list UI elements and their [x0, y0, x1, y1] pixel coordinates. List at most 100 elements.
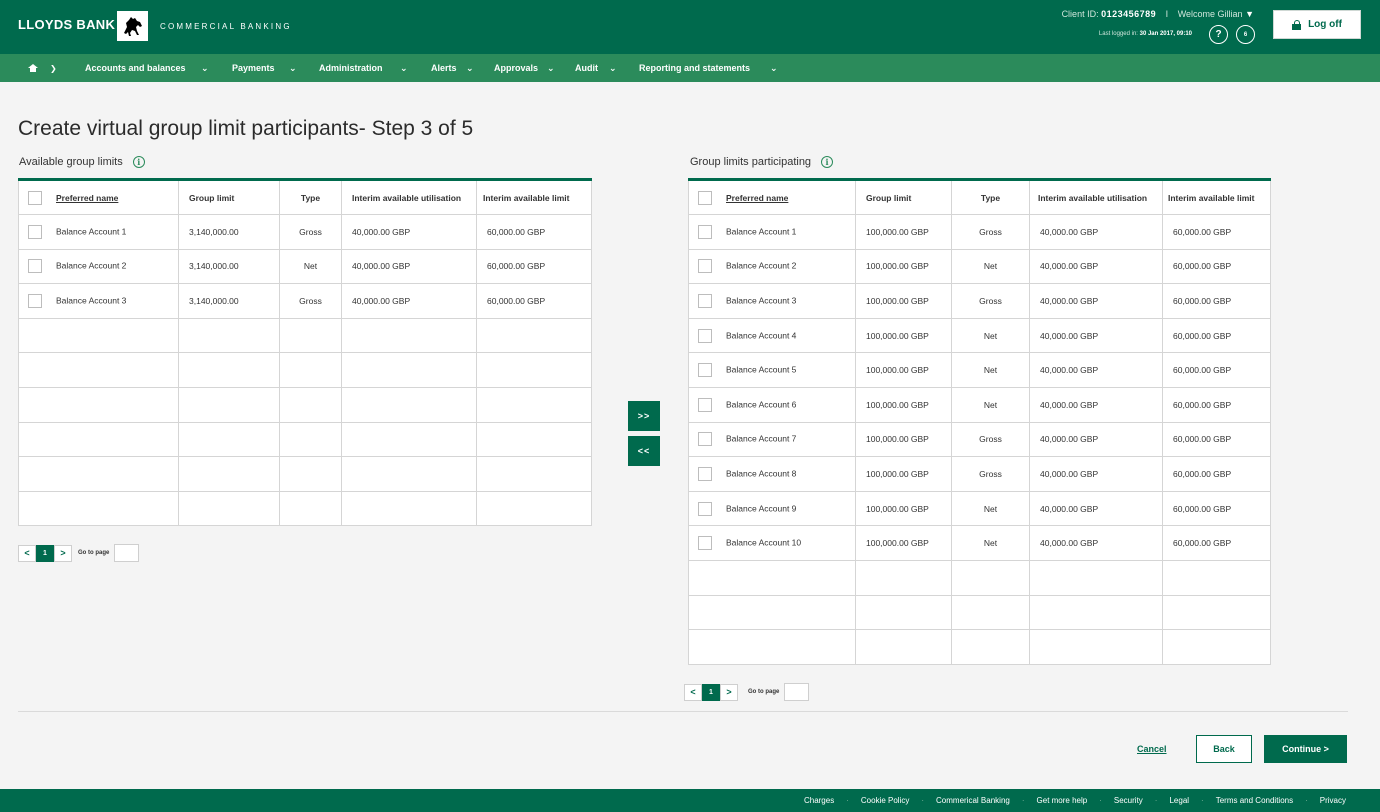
goto-page-label: Go to page [78, 550, 110, 556]
col-preferred-name[interactable]: Preferred name [688, 179, 856, 215]
messages-icon[interactable]: 6 [1236, 25, 1255, 44]
nav-administration[interactable]: Administration [319, 54, 383, 82]
chevron-down-icon[interactable]: ▼ [1245, 9, 1254, 19]
table-row[interactable]: Balance Account 2 100,000.00 GBP Net 40,000… [688, 248, 1271, 285]
table-row[interactable]: Balance Account 3 3,140,000.00 Gross 40,000… [18, 283, 592, 319]
group-limits-participating-heading: Group limits participating i [690, 156, 834, 168]
table-row[interactable]: Balance Account 6 100,000.00 GBP Net 40,000… [688, 386, 1271, 423]
chevron-down-icon[interactable]: ⌄ [466, 54, 474, 82]
page-1-button[interactable]: 1 [36, 544, 54, 562]
add-participants-button[interactable]: >> [628, 401, 660, 431]
cell-group-limit: 100,000.00 GBP [855, 525, 952, 561]
table-row[interactable]: Balance Account 1 100,000.00 GBP Gross 40,0… [688, 214, 1271, 250]
nav-payments[interactable]: Payments [232, 54, 275, 82]
table-header-row: Preferred name Group limit Type Interim … [18, 179, 592, 215]
goto-page-input[interactable] [784, 683, 810, 701]
row-checkbox[interactable] [698, 501, 712, 516]
left-pagination: < 1 > Go to page [18, 544, 140, 562]
cell-interim-limit [476, 317, 592, 354]
row-checkbox[interactable] [698, 363, 712, 378]
chevron-down-icon[interactable]: ⌄ [400, 54, 408, 82]
welcome-user-menu[interactable]: Welcome Gillian [1178, 9, 1243, 19]
info-icon[interactable]: i [132, 156, 145, 168]
chevron-down-icon[interactable]: ⌄ [547, 54, 555, 82]
cell-preferred-name-text: Balance Account 1 [56, 226, 127, 237]
cancel-link[interactable]: Cancel [1137, 744, 1167, 754]
nav-audit[interactable]: Audit [575, 54, 598, 82]
footer-link[interactable]: Terms and Conditions [1216, 796, 1293, 805]
row-checkbox[interactable] [698, 259, 712, 274]
chevron-down-icon[interactable]: ⌄ [289, 54, 297, 82]
select-all-checkbox[interactable] [28, 190, 42, 205]
last-logged-label: Last logged in: [1098, 31, 1138, 37]
table-row[interactable]: Balance Account 10 100,000.00 GBP Net 40,00… [688, 525, 1271, 561]
chevron-down-icon[interactable]: ⌄ [609, 54, 617, 82]
cell-group-limit: 3,140,000.00 [178, 214, 280, 250]
table-row[interactable]: Balance Account 8 100,000.00 GBP Gross 40,0… [688, 456, 1271, 492]
footer-link[interactable]: Cookie Policy [861, 796, 909, 805]
continue-button[interactable]: Continue > [1264, 735, 1347, 763]
footer-link[interactable]: Commerical Banking [936, 796, 1010, 805]
footer-link[interactable]: Charges [804, 796, 834, 805]
table-row[interactable]: Balance Account 1 3,140,000.00 Gross 40,000… [18, 214, 592, 250]
col-interim-utilisation: Interim available utilisation [341, 179, 477, 215]
row-checkbox[interactable] [698, 536, 712, 551]
nav-alerts[interactable]: Alerts [431, 54, 457, 82]
cell-group-limit-text: 3,140,000.00 [189, 226, 239, 237]
info-icon[interactable]: i [821, 156, 834, 168]
footer-link[interactable]: Security [1114, 796, 1143, 805]
empty-table-row [688, 559, 1271, 596]
cell-interim-utilisation-text: 40,000.00 GBP [1040, 226, 1099, 237]
footer-link[interactable]: Get more help [1037, 796, 1088, 805]
col-preferred-name[interactable]: Preferred name [18, 179, 179, 215]
footer-separator: · [846, 796, 849, 805]
cell-interim-utilisation [341, 456, 477, 492]
chevron-down-icon[interactable]: ⌄ [201, 54, 209, 82]
cell-group-limit: 100,000.00 GBP [855, 421, 952, 458]
row-checkbox[interactable] [698, 397, 712, 412]
next-page-button[interactable]: > [720, 683, 738, 701]
cell-interim-utilisation: 40,000.00 GBP [1029, 421, 1163, 458]
cell-group-limit: 100,000.00 GBP [855, 317, 952, 354]
nav-home[interactable]: ❯ [28, 54, 57, 82]
bank-brand-name: LLOYDS BANK [18, 17, 116, 32]
nav-reporting-statements[interactable]: Reporting and statements [639, 54, 750, 82]
prev-page-button[interactable]: < [684, 683, 702, 701]
row-checkbox[interactable] [698, 466, 712, 481]
table-row[interactable]: Balance Account 9 100,000.00 GBP Net 40,000… [688, 490, 1271, 527]
cell-group-limit-text: 100,000.00 GBP [866, 295, 929, 306]
row-checkbox[interactable] [698, 432, 712, 447]
row-checkbox[interactable] [698, 224, 712, 239]
cell-type: Gross [951, 456, 1030, 492]
last-logged-value: 30 Jan 2017, 09:10 [1139, 31, 1192, 37]
next-page-button[interactable]: > [54, 544, 72, 562]
help-icon[interactable]: ? [1209, 25, 1228, 44]
nav-approvals[interactable]: Approvals [494, 54, 538, 82]
log-off-button[interactable]: Log off [1273, 10, 1361, 39]
cell-preferred-name [18, 317, 179, 354]
goto-page-input[interactable] [114, 544, 140, 562]
page-1-button[interactable]: 1 [702, 683, 720, 701]
prev-page-button[interactable]: < [18, 544, 36, 562]
row-checkbox[interactable] [698, 293, 712, 308]
cell-type: Gross [951, 214, 1030, 250]
footer-link[interactable]: Privacy [1320, 796, 1346, 805]
chevron-down-icon[interactable]: ⌄ [770, 54, 778, 82]
row-checkbox[interactable] [28, 259, 42, 274]
nav-accounts-balances[interactable]: Accounts and balances [85, 54, 186, 82]
row-checkbox[interactable] [28, 224, 42, 239]
table-row[interactable]: Balance Account 5 100,000.00 GBP Net 40,000… [688, 352, 1271, 388]
table-row[interactable]: Balance Account 2 3,140,000.00 Net 40,000.0… [18, 248, 592, 285]
table-row[interactable]: Balance Account 4 100,000.00 GBP Net 40,000… [688, 317, 1271, 354]
table-row[interactable]: Balance Account 3 100,000.00 GBP Gross 40,0… [688, 283, 1271, 319]
remove-participants-button[interactable]: << [628, 436, 660, 466]
col-type: Type [279, 179, 342, 215]
table-row[interactable]: Balance Account 7 100,000.00 GBP Gross 40,0… [688, 421, 1271, 458]
row-checkbox[interactable] [28, 293, 42, 308]
select-all-checkbox[interactable] [698, 190, 712, 205]
back-button[interactable]: Back [1196, 735, 1252, 763]
cell-preferred-name: Balance Account 3 [688, 283, 856, 319]
move-label: << [637, 446, 651, 456]
row-checkbox[interactable] [698, 328, 712, 343]
footer-link[interactable]: Legal [1169, 796, 1189, 805]
